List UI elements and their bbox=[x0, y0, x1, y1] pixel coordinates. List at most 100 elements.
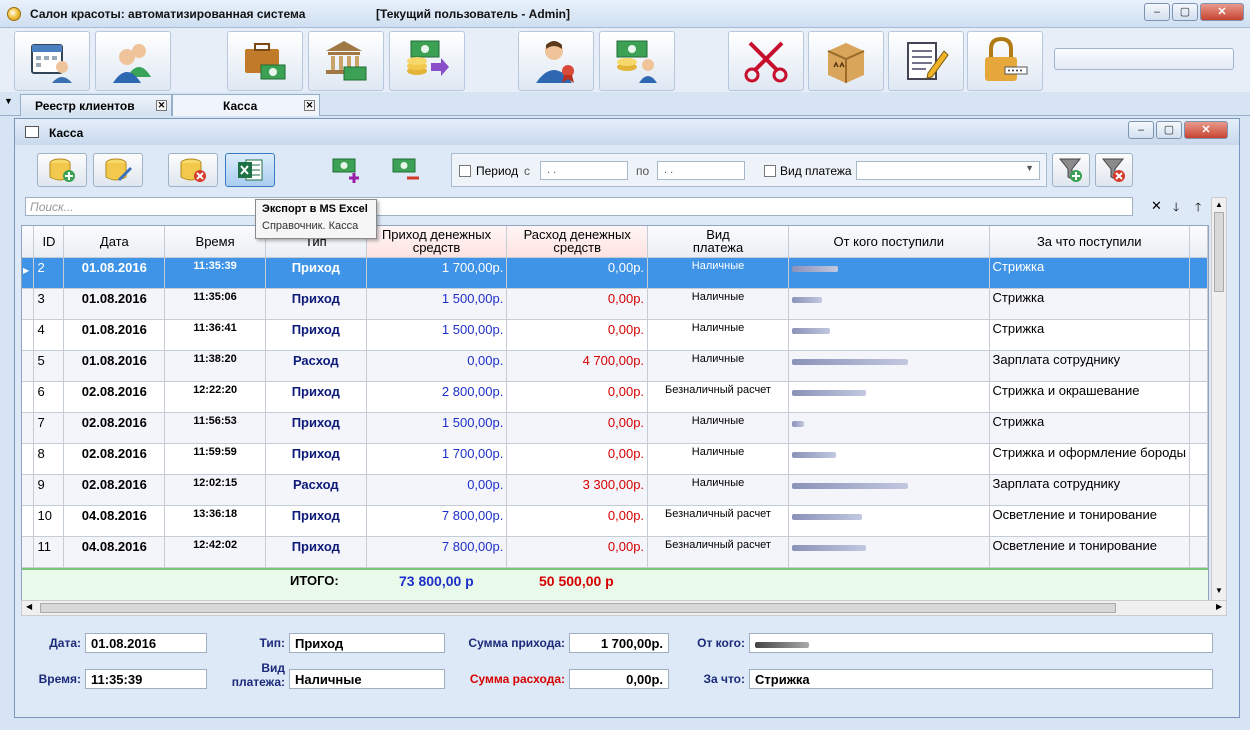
scroll-right-icon[interactable]: ▶ bbox=[1216, 602, 1222, 611]
period-label: Период bbox=[476, 164, 519, 178]
table-row[interactable]: 6 02.08.2016 12:22:20 Приход 2 800,00р. 0,00р… bbox=[22, 381, 1208, 413]
employees-button[interactable] bbox=[518, 31, 594, 91]
money-person-icon bbox=[616, 40, 657, 83]
inner-maximize-button[interactable]: ▢ bbox=[1156, 121, 1182, 139]
minimize-button[interactable]: – bbox=[1144, 3, 1170, 21]
cell-from-whom bbox=[788, 257, 990, 289]
edit-record-button[interactable] bbox=[93, 153, 143, 187]
cell-for-what: Зарплата сотруднику bbox=[989, 350, 1190, 382]
table-row[interactable]: 3 01.08.2016 11:35:06 Приход 1 500,00р. 0,00р… bbox=[22, 288, 1208, 320]
table-row[interactable]: 7 02.08.2016 11:56:53 Приход 1 500,00р. 0,00р… bbox=[22, 412, 1208, 444]
row-indicator bbox=[22, 536, 35, 568]
column-header-for-what[interactable]: За что поступили bbox=[989, 226, 1190, 258]
search-input[interactable]: Поиск... bbox=[25, 197, 1133, 216]
tab-close-icon[interactable]: ✕ bbox=[304, 100, 315, 111]
add-record-button[interactable] bbox=[37, 153, 87, 187]
cell-id: 10 bbox=[33, 505, 65, 537]
delete-record-button[interactable] bbox=[168, 153, 218, 187]
row-indicator bbox=[22, 288, 35, 320]
table-row[interactable]: ▶ 2 01.08.2016 11:35:39 Приход 1 700,00р. 0,00… bbox=[22, 257, 1208, 289]
column-header-id[interactable]: ID bbox=[33, 226, 65, 258]
payment-type-checkbox[interactable] bbox=[764, 165, 776, 177]
inner-close-button[interactable]: ✕ bbox=[1184, 121, 1228, 139]
income-add-button[interactable] bbox=[327, 157, 363, 185]
detail-date-field[interactable]: 01.08.2016 bbox=[85, 633, 207, 653]
cell-from-whom bbox=[788, 350, 990, 382]
scroll-down-icon[interactable]: ▼ bbox=[1215, 586, 1223, 595]
horizontal-scrollbar[interactable]: ◀ ▶ bbox=[21, 600, 1227, 616]
maximize-button[interactable]: ▢ bbox=[1172, 3, 1198, 21]
money-transfer-button[interactable] bbox=[389, 31, 465, 91]
detail-expense-field[interactable]: 0,00р. bbox=[569, 669, 669, 689]
payroll-button[interactable] bbox=[599, 31, 675, 91]
search-clear-icon[interactable]: ✕ bbox=[1151, 198, 1162, 214]
cell-for-what: Осветление и тонирование bbox=[989, 505, 1190, 537]
table-row[interactable]: 9 02.08.2016 12:02:15 Расход 0,00р. 3 300,00р… bbox=[22, 474, 1208, 506]
cell-expense: 0,00р. bbox=[506, 443, 649, 475]
toolbar-field[interactable] bbox=[1054, 48, 1234, 70]
export-excel-button[interactable] bbox=[225, 153, 275, 187]
row-spacer bbox=[1189, 505, 1208, 537]
bank-button[interactable] bbox=[308, 31, 384, 91]
column-header-date[interactable]: Дата bbox=[63, 226, 166, 258]
employee-award-icon bbox=[536, 41, 574, 83]
date-from-input[interactable]: . . bbox=[540, 161, 628, 180]
table-row[interactable]: 11 04.08.2016 12:42:02 Приход 7 800,00р. 0,00… bbox=[22, 536, 1208, 568]
cell-income: 7 800,00р. bbox=[366, 536, 508, 568]
arrow-down-icon[interactable]: 🡓 bbox=[1173, 198, 1179, 219]
cell-income: 0,00р. bbox=[366, 474, 508, 506]
detail-payment-type-field[interactable]: Наличные bbox=[289, 669, 445, 689]
vertical-scroll-thumb[interactable] bbox=[1214, 212, 1224, 292]
close-button[interactable]: ✕ bbox=[1200, 3, 1244, 21]
table-row[interactable]: 10 04.08.2016 13:36:18 Приход 7 800,00р. 0,00… bbox=[22, 505, 1208, 537]
period-checkbox[interactable] bbox=[459, 165, 471, 177]
apply-filter-button[interactable] bbox=[1052, 153, 1090, 187]
cell-time: 11:35:39 bbox=[164, 257, 266, 289]
tab-close-icon[interactable]: ✕ bbox=[156, 100, 167, 111]
cash-table: ID Дата Время Тип Приход денежных средст… bbox=[22, 226, 1208, 568]
grid-header-row: ID Дата Время Тип Приход денежных средст… bbox=[22, 226, 1208, 258]
services-button[interactable] bbox=[728, 31, 804, 91]
expense-add-button[interactable] bbox=[387, 157, 423, 185]
cell-from-whom bbox=[788, 319, 990, 351]
vertical-scrollbar[interactable]: ▲ ▼ bbox=[1211, 197, 1227, 601]
clients-button[interactable] bbox=[95, 31, 171, 91]
detail-what-field[interactable]: Стрижка bbox=[749, 669, 1213, 689]
calendar-clients-button[interactable] bbox=[14, 31, 90, 91]
detail-time-field[interactable]: 11:35:39 bbox=[85, 669, 207, 689]
arrow-up-icon[interactable]: 🡑 bbox=[1195, 198, 1201, 219]
cell-date: 02.08.2016 bbox=[63, 443, 166, 475]
payment-type-select[interactable]: ▼ bbox=[856, 161, 1040, 180]
redacted-name bbox=[791, 358, 908, 365]
column-header-income[interactable]: Приход денежных средств bbox=[366, 226, 508, 258]
column-header-payment-type[interactable]: Вид платежа bbox=[647, 226, 789, 258]
tab-clients-registry[interactable]: Реестр клиентов ✕ bbox=[20, 94, 172, 116]
cash-register-button[interactable] bbox=[227, 31, 303, 91]
horizontal-scroll-thumb[interactable] bbox=[40, 603, 1116, 613]
tabs-menu-chevron-icon[interactable]: ▼ bbox=[4, 96, 18, 114]
column-header-from-whom[interactable]: От кого поступили bbox=[788, 226, 990, 258]
cell-expense: 0,00р. bbox=[506, 536, 649, 568]
table-row[interactable]: 5 01.08.2016 11:38:20 Расход 0,00р. 4 700,00р… bbox=[22, 350, 1208, 382]
detail-type-field[interactable]: Приход bbox=[289, 633, 445, 653]
lock-button[interactable] bbox=[967, 31, 1043, 91]
table-row[interactable]: 4 01.08.2016 11:36:41 Приход 1 500,00р. 0,00р… bbox=[22, 319, 1208, 351]
cell-id: 7 bbox=[33, 412, 65, 444]
clear-filter-button[interactable] bbox=[1095, 153, 1133, 187]
detail-from-field[interactable] bbox=[749, 633, 1213, 653]
date-to-input[interactable]: . . bbox=[657, 161, 745, 180]
tab-cash[interactable]: Касса ✕ bbox=[172, 94, 320, 116]
filter-panel: Период с . . по . . Вид платежа ▼ bbox=[451, 153, 1047, 187]
cell-income: 1 500,00р. bbox=[366, 319, 508, 351]
warehouse-button[interactable] bbox=[808, 31, 884, 91]
scroll-up-icon[interactable]: ▲ bbox=[1215, 200, 1223, 209]
reports-button[interactable] bbox=[888, 31, 964, 91]
tab-label: Реестр клиентов bbox=[35, 99, 135, 113]
cell-for-what: Стрижка и оформление бороды bbox=[989, 443, 1190, 475]
table-row[interactable]: 8 02.08.2016 11:59:59 Приход 1 700,00р. 0,00р… bbox=[22, 443, 1208, 475]
inner-minimize-button[interactable]: – bbox=[1128, 121, 1154, 139]
scroll-left-icon[interactable]: ◀ bbox=[26, 602, 32, 611]
detail-income-field[interactable]: 1 700,00р. bbox=[569, 633, 669, 653]
column-header-expense[interactable]: Расход денежных средств bbox=[506, 226, 649, 258]
column-header-time[interactable]: Время bbox=[164, 226, 266, 258]
